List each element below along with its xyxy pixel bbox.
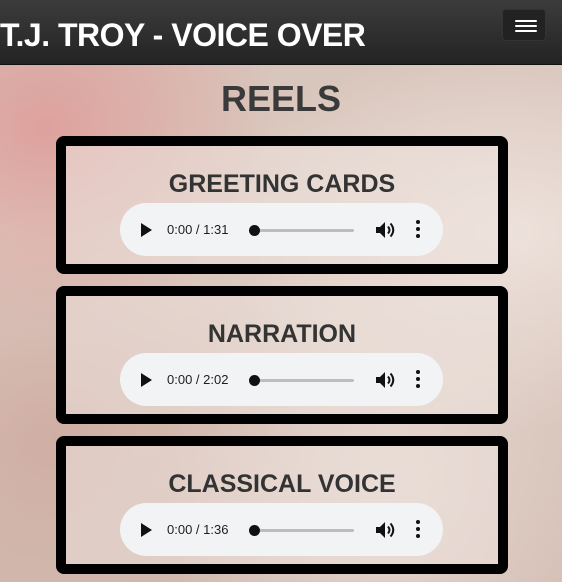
time-display: 0:00 / 2:02: [167, 372, 229, 387]
seek-slider[interactable]: [249, 375, 354, 386]
audio-player: 0:00 / 1:31: [120, 203, 443, 256]
audio-player: 0:00 / 2:02: [120, 353, 443, 406]
reel-title: CLASSICAL VOICE: [168, 470, 396, 498]
more-options-icon[interactable]: [415, 219, 421, 239]
volume-icon[interactable]: [375, 520, 397, 540]
seek-thumb[interactable]: [249, 225, 260, 236]
reel-card-greeting-cards: GREETING CARDS 0:00 / 1:31: [56, 136, 508, 274]
page-title: REELS: [220, 78, 342, 119]
volume-icon[interactable]: [375, 220, 397, 240]
hamburger-menu-icon: [515, 20, 537, 22]
audio-player: 0:00 / 1:36: [120, 503, 443, 556]
reel-title: GREETING CARDS: [168, 170, 396, 198]
more-options-icon[interactable]: [415, 369, 421, 389]
navbar: T.J. TROY - VOICE OVER: [0, 0, 562, 65]
reel-card-narration: NARRATION 0:00 / 2:02: [56, 286, 508, 424]
time-display: 0:00 / 1:31: [167, 222, 229, 237]
more-options-icon[interactable]: [415, 519, 421, 539]
seek-thumb[interactable]: [249, 375, 260, 386]
play-icon[interactable]: [141, 373, 152, 387]
seek-thumb[interactable]: [249, 525, 260, 536]
menu-toggle-button[interactable]: [502, 9, 546, 41]
time-display: 0:00 / 1:36: [167, 522, 229, 537]
seek-slider[interactable]: [249, 225, 354, 236]
reel-card-classical-voice: CLASSICAL VOICE 0:00 / 1:36: [56, 436, 508, 574]
seek-slider[interactable]: [249, 525, 354, 536]
reel-title: NARRATION: [207, 320, 357, 348]
play-icon[interactable]: [141, 223, 152, 237]
volume-icon[interactable]: [375, 370, 397, 390]
play-icon[interactable]: [141, 523, 152, 537]
brand-title[interactable]: T.J. TROY - VOICE OVER: [0, 17, 366, 54]
